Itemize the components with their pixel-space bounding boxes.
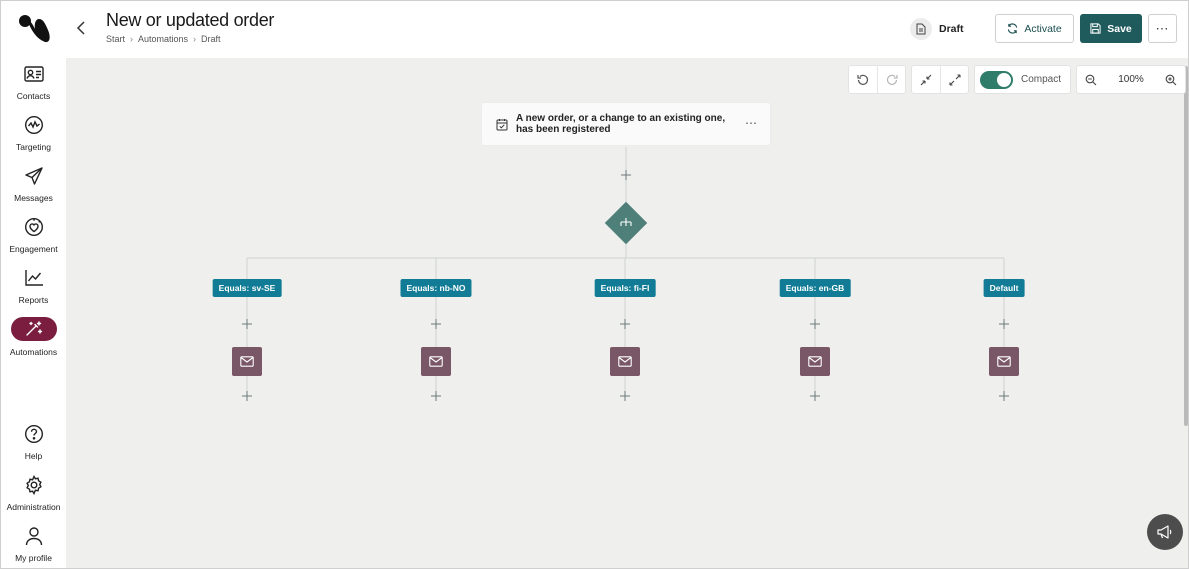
email-node[interactable]	[421, 347, 451, 376]
plus-icon	[621, 170, 631, 180]
chevron-right-icon: ›	[193, 34, 197, 44]
envelope-icon	[429, 356, 443, 367]
heart-icon	[23, 216, 45, 238]
plus-icon	[242, 391, 252, 401]
save-button[interactable]: Save	[1080, 14, 1142, 43]
brand-logo	[19, 15, 50, 43]
plus-icon	[999, 391, 1009, 401]
document-icon	[910, 18, 932, 40]
back-button[interactable]	[72, 19, 90, 37]
more-icon: ⋯	[1155, 20, 1170, 36]
add-step-button[interactable]	[618, 389, 632, 403]
sidebar-item-automations[interactable]: Automations	[1, 314, 66, 360]
add-step-button[interactable]	[429, 389, 443, 403]
page-title: New or updated order	[106, 10, 275, 30]
sidebar-item-targeting[interactable]: Targeting	[1, 110, 66, 156]
add-step-button[interactable]	[618, 317, 632, 331]
automation-canvas[interactable]: Compact 100% A new order, or a change to…	[66, 58, 1188, 568]
sidebar-item-label: Help	[24, 451, 43, 461]
add-step-button[interactable]	[429, 317, 443, 331]
sidebar-item-help[interactable]: Help	[1, 419, 66, 465]
breadcrumb-item-automations[interactable]: Automations	[138, 34, 188, 44]
refresh-icon	[1008, 23, 1018, 34]
trigger-more-button[interactable]: ⋯	[745, 116, 758, 130]
user-icon	[23, 525, 45, 547]
email-node[interactable]	[989, 347, 1019, 376]
megaphone-icon	[1157, 525, 1172, 539]
targeting-icon	[23, 114, 45, 136]
breadcrumb: Start › Automations › Draft	[106, 34, 221, 44]
add-step-button[interactable]	[997, 389, 1011, 403]
sidebar-item-label: Messages	[14, 193, 53, 203]
trigger-card[interactable]: A new order, or a change to an existing …	[481, 102, 771, 146]
sidebar-item-label: Engagement	[9, 244, 58, 254]
plus-icon	[431, 391, 441, 401]
sidebar-item-administration[interactable]: Administration	[1, 470, 66, 516]
breadcrumb-item-draft: Draft	[201, 34, 221, 44]
envelope-icon	[997, 356, 1011, 367]
chevron-right-icon: ›	[130, 34, 134, 44]
plus-icon	[620, 391, 630, 401]
add-step-button[interactable]	[997, 317, 1011, 331]
split-icon	[620, 218, 632, 226]
activate-button[interactable]: Activate	[995, 14, 1074, 43]
add-step-button[interactable]	[240, 317, 254, 331]
email-node[interactable]	[610, 347, 640, 376]
branch-tag-nb-no[interactable]: Equals: nb-NO	[400, 279, 472, 297]
plus-icon	[810, 391, 820, 401]
sidebar-item-label: Contacts	[16, 91, 51, 101]
sidebar-item-contacts[interactable]: Contacts	[1, 59, 66, 105]
email-node[interactable]	[232, 347, 262, 376]
sidebar-item-label: My profile	[15, 553, 52, 563]
magic-wand-icon	[10, 317, 57, 341]
app-window: Contacts Targeting Messages Engagement R	[0, 0, 1189, 569]
chart-line-icon	[23, 267, 45, 289]
envelope-icon	[618, 356, 632, 367]
plus-icon	[810, 319, 820, 329]
plus-icon	[999, 319, 1009, 329]
plus-icon	[431, 319, 441, 329]
trigger-description: A new order, or a change to an existing …	[516, 113, 726, 135]
breadcrumb-item-start[interactable]: Start	[106, 34, 125, 44]
branch-tag-fi-fi[interactable]: Equals: fi-FI	[594, 279, 656, 297]
status-badge: Draft	[910, 18, 964, 40]
email-node[interactable]	[800, 347, 830, 376]
branch-tag-en-gb[interactable]: Equals: en-GB	[779, 279, 851, 297]
sidebar-item-messages[interactable]: Messages	[1, 161, 66, 207]
status-label: Draft	[939, 23, 964, 35]
add-step-button[interactable]	[619, 168, 633, 182]
branch-tag-sv-se[interactable]: Equals: sv-SE	[212, 279, 282, 297]
sidebar-item-my-profile[interactable]: My profile	[1, 521, 66, 567]
plus-icon	[620, 319, 630, 329]
add-step-button[interactable]	[808, 389, 822, 403]
gear-icon	[23, 474, 45, 496]
question-icon	[23, 423, 45, 445]
sidebar-item-label: Reports	[18, 295, 49, 305]
floppy-disk-icon	[1090, 23, 1101, 34]
activate-label: Activate	[1024, 22, 1062, 35]
more-options-button[interactable]: ⋯	[1148, 14, 1177, 43]
page-header: New or updated order Start › Automations…	[66, 1, 1188, 58]
sidebar: Contacts Targeting Messages Engagement R	[1, 1, 66, 568]
sidebar-item-reports[interactable]: Reports	[1, 263, 66, 309]
envelope-icon	[808, 356, 822, 367]
sidebar-item-label: Targeting	[16, 142, 51, 152]
calendar-check-icon	[496, 119, 508, 131]
chevron-left-icon	[76, 21, 85, 35]
feedback-button[interactable]	[1147, 514, 1183, 550]
sidebar-item-engagement[interactable]: Engagement	[1, 212, 66, 258]
paper-plane-icon	[23, 165, 45, 187]
plus-icon	[242, 319, 252, 329]
sidebar-item-label: Administration	[6, 502, 61, 512]
add-step-button[interactable]	[808, 317, 822, 331]
sidebar-item-label: Automations	[9, 347, 58, 357]
envelope-icon	[240, 356, 254, 367]
branch-tag-default[interactable]: Default	[983, 279, 1025, 297]
contacts-icon	[23, 63, 45, 85]
add-step-button[interactable]	[240, 389, 254, 403]
save-label: Save	[1107, 22, 1132, 35]
